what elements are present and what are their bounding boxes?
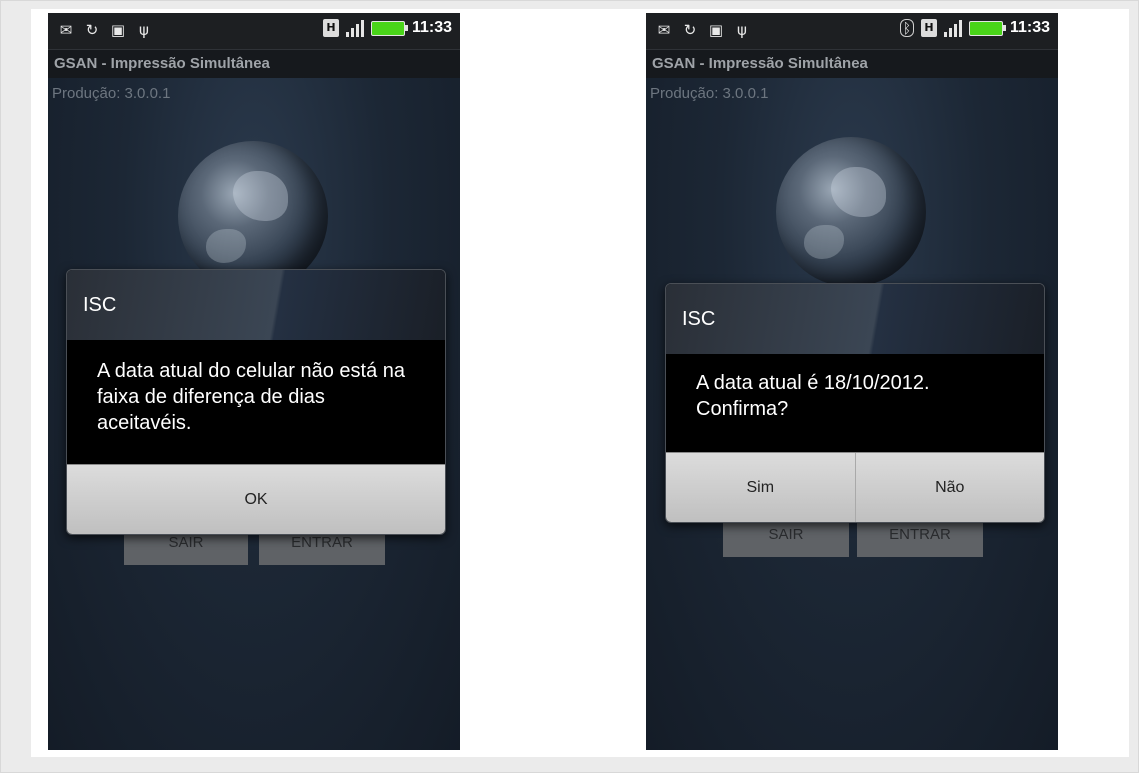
nao-button[interactable]: Não xyxy=(854,453,1045,522)
photo-icon: ▣ xyxy=(708,21,724,39)
bluetooth-icon: ᛒ xyxy=(899,19,914,37)
dialog-message: A data atual é 18/10/2012. Confirma? xyxy=(666,354,1044,452)
battery-icon xyxy=(968,20,1006,36)
signal-icon xyxy=(345,19,364,37)
phone-screen-right: ✉ ↻ ▣ ψ ᛒ H 11:33 GSAN - Impressão Simul… xyxy=(646,13,1058,750)
sync-icon: ↻ xyxy=(85,21,99,39)
usb-icon: ψ xyxy=(737,21,747,39)
usb-icon: ψ xyxy=(139,21,149,39)
battery-icon xyxy=(370,20,408,36)
sync-icon: ↻ xyxy=(683,21,697,39)
dialog-button-bar: OK xyxy=(67,464,445,534)
h-network-icon: H xyxy=(920,19,937,37)
phone-screen-left: ✉ ↻ ▣ ψ H 11:33 GSAN - Impressão Simultâ… xyxy=(48,13,460,750)
clock: 11:33 xyxy=(1009,19,1050,36)
clock: 11:33 xyxy=(411,19,452,36)
dialog-button-bar: Sim Não xyxy=(666,452,1045,522)
signal-icon xyxy=(943,19,962,37)
status-bar: ✉ ↻ ▣ ψ H 11:33 xyxy=(48,13,460,50)
sim-button[interactable]: Sim xyxy=(666,453,855,522)
alert-dialog: ISC A data atual do celular não está na … xyxy=(66,269,446,535)
notification-icons: ✉ ↻ ▣ ψ xyxy=(56,21,154,39)
status-icons: H 11:33 xyxy=(322,19,452,37)
dialog-title: ISC xyxy=(67,270,445,340)
globe-icon xyxy=(776,137,926,287)
confirm-dialog: ISC A data atual é 18/10/2012. Confirma?… xyxy=(665,283,1045,523)
app-title: GSAN - Impressão Simultânea xyxy=(48,50,460,78)
dialog-title: ISC xyxy=(666,284,1044,354)
mail-icon: ✉ xyxy=(657,21,671,39)
dialog-message: A data atual do celular não está na faix… xyxy=(67,340,445,464)
version-label: Produção: 3.0.0.1 xyxy=(52,85,171,102)
mail-icon: ✉ xyxy=(59,21,73,39)
ok-button[interactable]: OK xyxy=(67,465,445,534)
status-bar: ✉ ↻ ▣ ψ ᛒ H 11:33 xyxy=(646,13,1058,50)
screenshot-frame: ✉ ↻ ▣ ψ H 11:33 GSAN - Impressão Simultâ… xyxy=(0,0,1139,773)
status-icons: ᛒ H 11:33 xyxy=(899,19,1050,37)
notification-icons: ✉ ↻ ▣ ψ xyxy=(654,21,752,39)
h-network-icon: H xyxy=(322,19,339,37)
app-title: GSAN - Impressão Simultânea xyxy=(646,50,1058,78)
photo-icon: ▣ xyxy=(110,21,126,39)
version-label: Produção: 3.0.0.1 xyxy=(650,85,769,102)
